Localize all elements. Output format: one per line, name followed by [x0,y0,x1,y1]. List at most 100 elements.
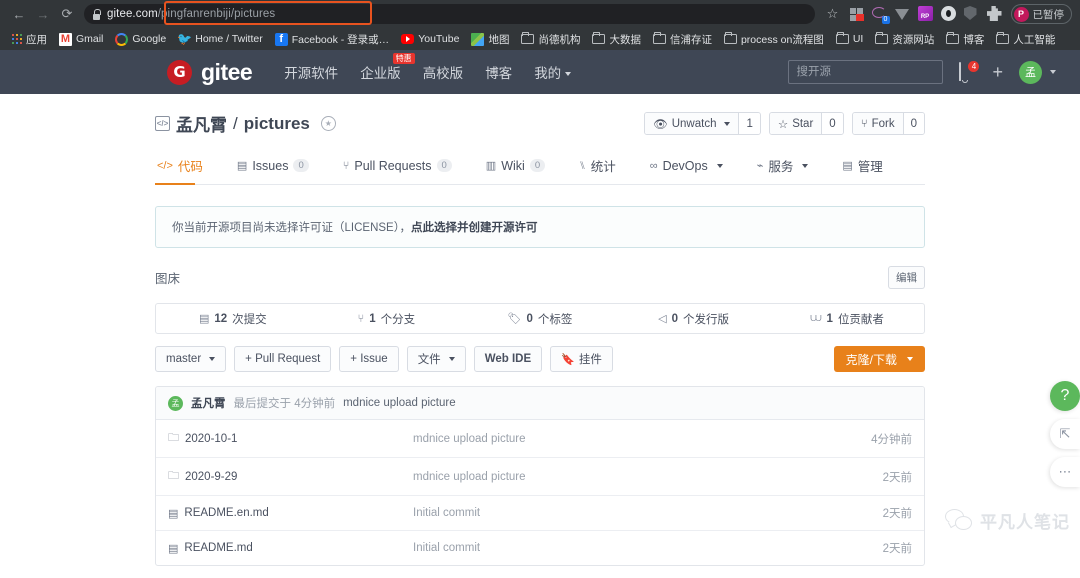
bookmark-folder-resources[interactable]: 资源网站 [869,30,940,48]
new-pull-request-button[interactable]: + Pull Request [234,346,332,372]
lock-icon [92,8,101,20]
commit-author[interactable]: 孟凡霄 [191,395,226,411]
fork-button[interactable]: ⑂ Fork 0 [851,112,925,135]
tab-label: 统计 [590,160,616,174]
plus-icon[interactable]: + [992,62,1003,83]
bookmark-youtube[interactable]: YouTube [395,30,465,48]
url-host: gitee.com [107,8,158,20]
feedback-button[interactable]: ⋯ [1050,457,1080,487]
profile-avatar: P [1013,6,1029,22]
stat-branches[interactable]: ⑂ 1 个分支 [310,311,464,327]
google-maps-icon [471,32,485,46]
bookmark-folder-bigdata[interactable]: 大数据 [586,30,647,48]
table-row[interactable]: ▤ README.en.md Initial commit 2天前 [156,496,924,531]
folder-icon [875,32,889,46]
bookmark-folder-ui[interactable]: UI [830,30,870,48]
browser-toolbar: ← → ⟳ gitee.com/pingfanrenbiji/pictures … [0,0,1080,28]
repo-owner[interactable]: 孟凡霄 [176,111,227,136]
microsoft-office-extension-icon[interactable] [849,6,865,22]
tab-counter-extension-icon[interactable]: 0 [871,6,890,24]
file-name: 2020-10-1 [185,432,238,445]
stat-commits[interactable]: ▤ 12 次提交 [156,311,310,327]
star-button[interactable]: ☆ Star 0 [768,112,844,135]
license-banner-link[interactable]: 点此选择并创建开源许可 [411,222,538,234]
puzzle-extensions-icon[interactable] [986,6,1003,22]
site-nav-mine[interactable]: 我的 [534,62,572,82]
table-row[interactable]: 🗀 2020-9-29 mdnice upload picture 2天前 [156,458,924,496]
floating-side-widgets: ? ⇱ ⋯ [1050,381,1080,487]
folder-icon [946,32,960,46]
watch-button[interactable]: 👁 Unwatch 1 [644,112,761,135]
tab-pull-requests[interactable]: ⑂ Pull Requests 0 [341,153,464,182]
stat-releases[interactable]: ◁ 0 个发行版 [617,311,771,327]
forward-arrow-icon[interactable]: → [32,3,54,25]
file-name: README.md [184,542,253,554]
bookmark-gmail[interactable]: M Gmail [53,30,109,48]
bookmark-google[interactable]: Google [109,30,172,48]
bookmark-folder-blog[interactable]: 博客 [940,30,990,48]
promo-badge: 特惠 [392,53,415,64]
address-bar[interactable]: gitee.com/pingfanrenbiji/pictures [84,1,815,25]
site-nav-blog[interactable]: 博客 [485,62,512,82]
tab-devops[interactable]: ∞ DevOps [648,153,735,182]
repo-description: 图床 [155,272,181,286]
tab-statistics[interactable]: ⑊ 统计 [577,150,628,184]
bell-icon [959,61,962,81]
gitee-logo[interactable]: G gitee [167,59,253,86]
files-menu-button[interactable]: 文件 [406,346,466,372]
edit-description-button[interactable]: 编辑 [888,266,925,289]
stat-contributors[interactable]: ⩊ 1 位贡献者 [770,311,924,327]
commit-message[interactable]: mdnice upload picture [343,397,456,409]
site-header-right: 4 + 孟 [788,60,1056,84]
file-commit-time: 2天前 [882,543,912,555]
tab-wiki[interactable]: ▥ Wiki 0 [484,153,557,182]
file-icon: ▤ [168,542,179,555]
bookmark-folder-xinpu[interactable]: 信浦存证 [647,30,718,48]
site-nav-open-source[interactable]: 开源软件 [284,62,338,82]
widget-button[interactable]: 🔖 挂件 [550,346,613,372]
eye-icon: 👁 [653,118,668,131]
opera-extension-icon[interactable] [940,6,957,22]
search-input[interactable] [788,60,944,84]
table-row[interactable]: 🗀 2020-10-1 mdnice upload picture 4分钟前 [156,420,924,458]
bookmark-twitter[interactable]: 🐦 Home / Twitter [172,30,269,48]
tab-services[interactable]: ⌁ 服务 [755,150,821,184]
share-button[interactable]: ⇱ [1050,419,1080,449]
bookmark-folder-processon[interactable]: process on流程图 [718,30,830,48]
notifications-button[interactable]: 4 [959,60,980,82]
bookmark-maps[interactable]: 地图 [465,30,515,48]
branch-selector[interactable]: master [155,346,227,372]
bookmark-folder-shangde[interactable]: 尚德机构 [515,30,586,48]
bookmark-apps[interactable]: 应用 [6,30,53,48]
branch-icon: ⑂ [357,312,365,325]
bookmark-label: UI [852,33,864,45]
new-issue-button[interactable]: + Issue [339,346,399,372]
bookmark-facebook[interactable]: f Facebook - 登录或… [269,30,395,48]
browser-profile-button[interactable]: P 已暂停 [1010,4,1072,24]
site-nav-enterprise[interactable]: 企业版 特惠 [360,53,415,82]
site-nav-education[interactable]: 高校版 [423,62,464,82]
reload-icon[interactable]: ⟳ [56,3,78,25]
repo-name[interactable]: pictures [244,114,310,134]
web-ide-button[interactable]: Web IDE [473,346,543,372]
bookmark-label: Home / Twitter [195,33,263,45]
clone-download-button[interactable]: 克隆/下载 [833,346,925,372]
stat-label: 个标签 [537,313,573,326]
tab-code[interactable]: </> 代码 [155,150,215,185]
rp-extension-icon[interactable]: RP [917,6,934,22]
stat-tags[interactable]: 🏷 0 个标签 [463,311,617,327]
tab-manage[interactable]: ▤ 管理 [840,150,894,184]
star-icon[interactable]: ☆ [823,6,843,22]
tab-issues[interactable]: ▤ Issues 0 [235,153,321,182]
file-icon: ▤ [168,507,179,520]
back-arrow-icon[interactable]: ← [8,3,30,25]
watch-button-label: 👁 Unwatch [645,113,739,134]
table-row[interactable]: ▤ README.md Initial commit 2天前 [156,531,924,565]
tab-label: 代码 [177,160,203,174]
shield-extension-icon[interactable] [963,6,980,22]
help-button[interactable]: ? [1050,381,1080,411]
clone-label: 克隆/下载 [845,352,897,367]
vimium-extension-icon[interactable] [894,6,911,22]
user-menu-button[interactable]: 孟 [1019,60,1056,84]
bookmark-folder-ai[interactable]: 人工智能 [990,30,1061,48]
